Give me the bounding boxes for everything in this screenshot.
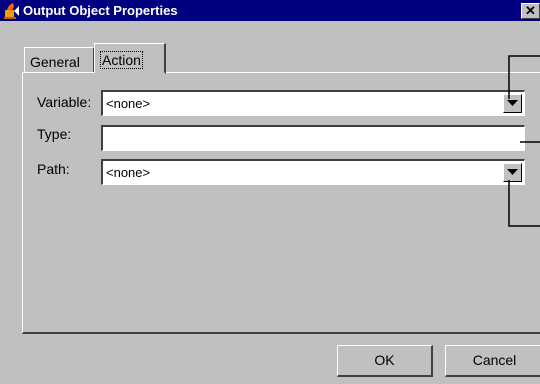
output-object-properties-dialog: Output Object Properties ✕ General Actio… [0,0,540,384]
title-bar[interactable]: Output Object Properties ✕ [0,0,540,21]
path-label: Path: [37,161,70,177]
java-cup-icon [4,3,19,19]
tab-general-label: General [30,54,80,70]
variable-label: Variable: [37,94,92,110]
variable-dropdown-button[interactable] [503,94,522,113]
path-dropdown-button[interactable] [503,163,522,182]
chevron-down-icon [507,100,518,106]
type-label: Type: [37,126,72,142]
close-icon: ✕ [525,3,536,18]
cancel-button[interactable]: Cancel [445,345,540,377]
path-combobox[interactable]: <none> [101,159,525,185]
variable-value: <none> [106,96,151,111]
chevron-down-icon [507,169,518,175]
path-value: <none> [106,165,151,180]
window-title: Output Object Properties [23,3,178,18]
tab-action[interactable]: Action [94,43,166,74]
close-button[interactable]: ✕ [521,3,540,19]
type-field[interactable] [101,125,525,151]
tab-action-label: Action [100,51,143,69]
tab-general[interactable]: General [24,47,95,73]
ok-button[interactable]: OK [337,345,433,377]
variable-combobox[interactable]: <none> [101,90,525,116]
